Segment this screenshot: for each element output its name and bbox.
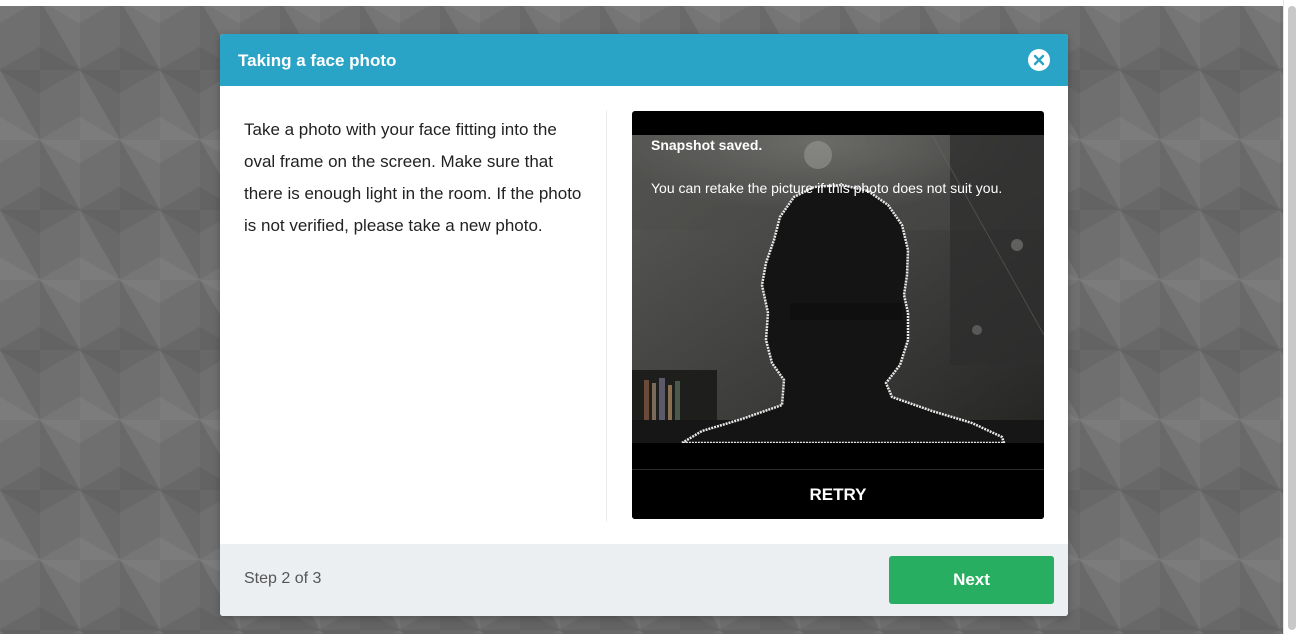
dialog-title: Taking a face photo: [238, 51, 397, 70]
top-strip: [0, 0, 1283, 6]
close-button[interactable]: [1028, 49, 1050, 71]
step-indicator: Step 2 of 3: [244, 570, 322, 587]
instructions-text: Take a photo with your face fitting into…: [244, 120, 582, 235]
snapshot-status-title: Snapshot saved.: [651, 137, 763, 153]
scrollbar-thumb[interactable]: [1288, 6, 1296, 630]
retry-button[interactable]: RETRY: [632, 469, 1044, 519]
close-icon: [1029, 50, 1049, 70]
camera-preview: Snapshot saved. You can retake the pictu…: [632, 111, 1044, 519]
scrollbar[interactable]: [1283, 0, 1301, 634]
dialog-header: Taking a face photo: [220, 34, 1068, 86]
dialog-footer: Step 2 of 3 Next: [220, 544, 1068, 616]
next-button[interactable]: Next: [889, 556, 1054, 604]
column-divider: [606, 110, 607, 522]
face-photo-dialog: Taking a face photo Take a photo with yo…: [220, 34, 1068, 616]
snapshot-status-message: You can retake the picture if this photo…: [651, 180, 1003, 196]
